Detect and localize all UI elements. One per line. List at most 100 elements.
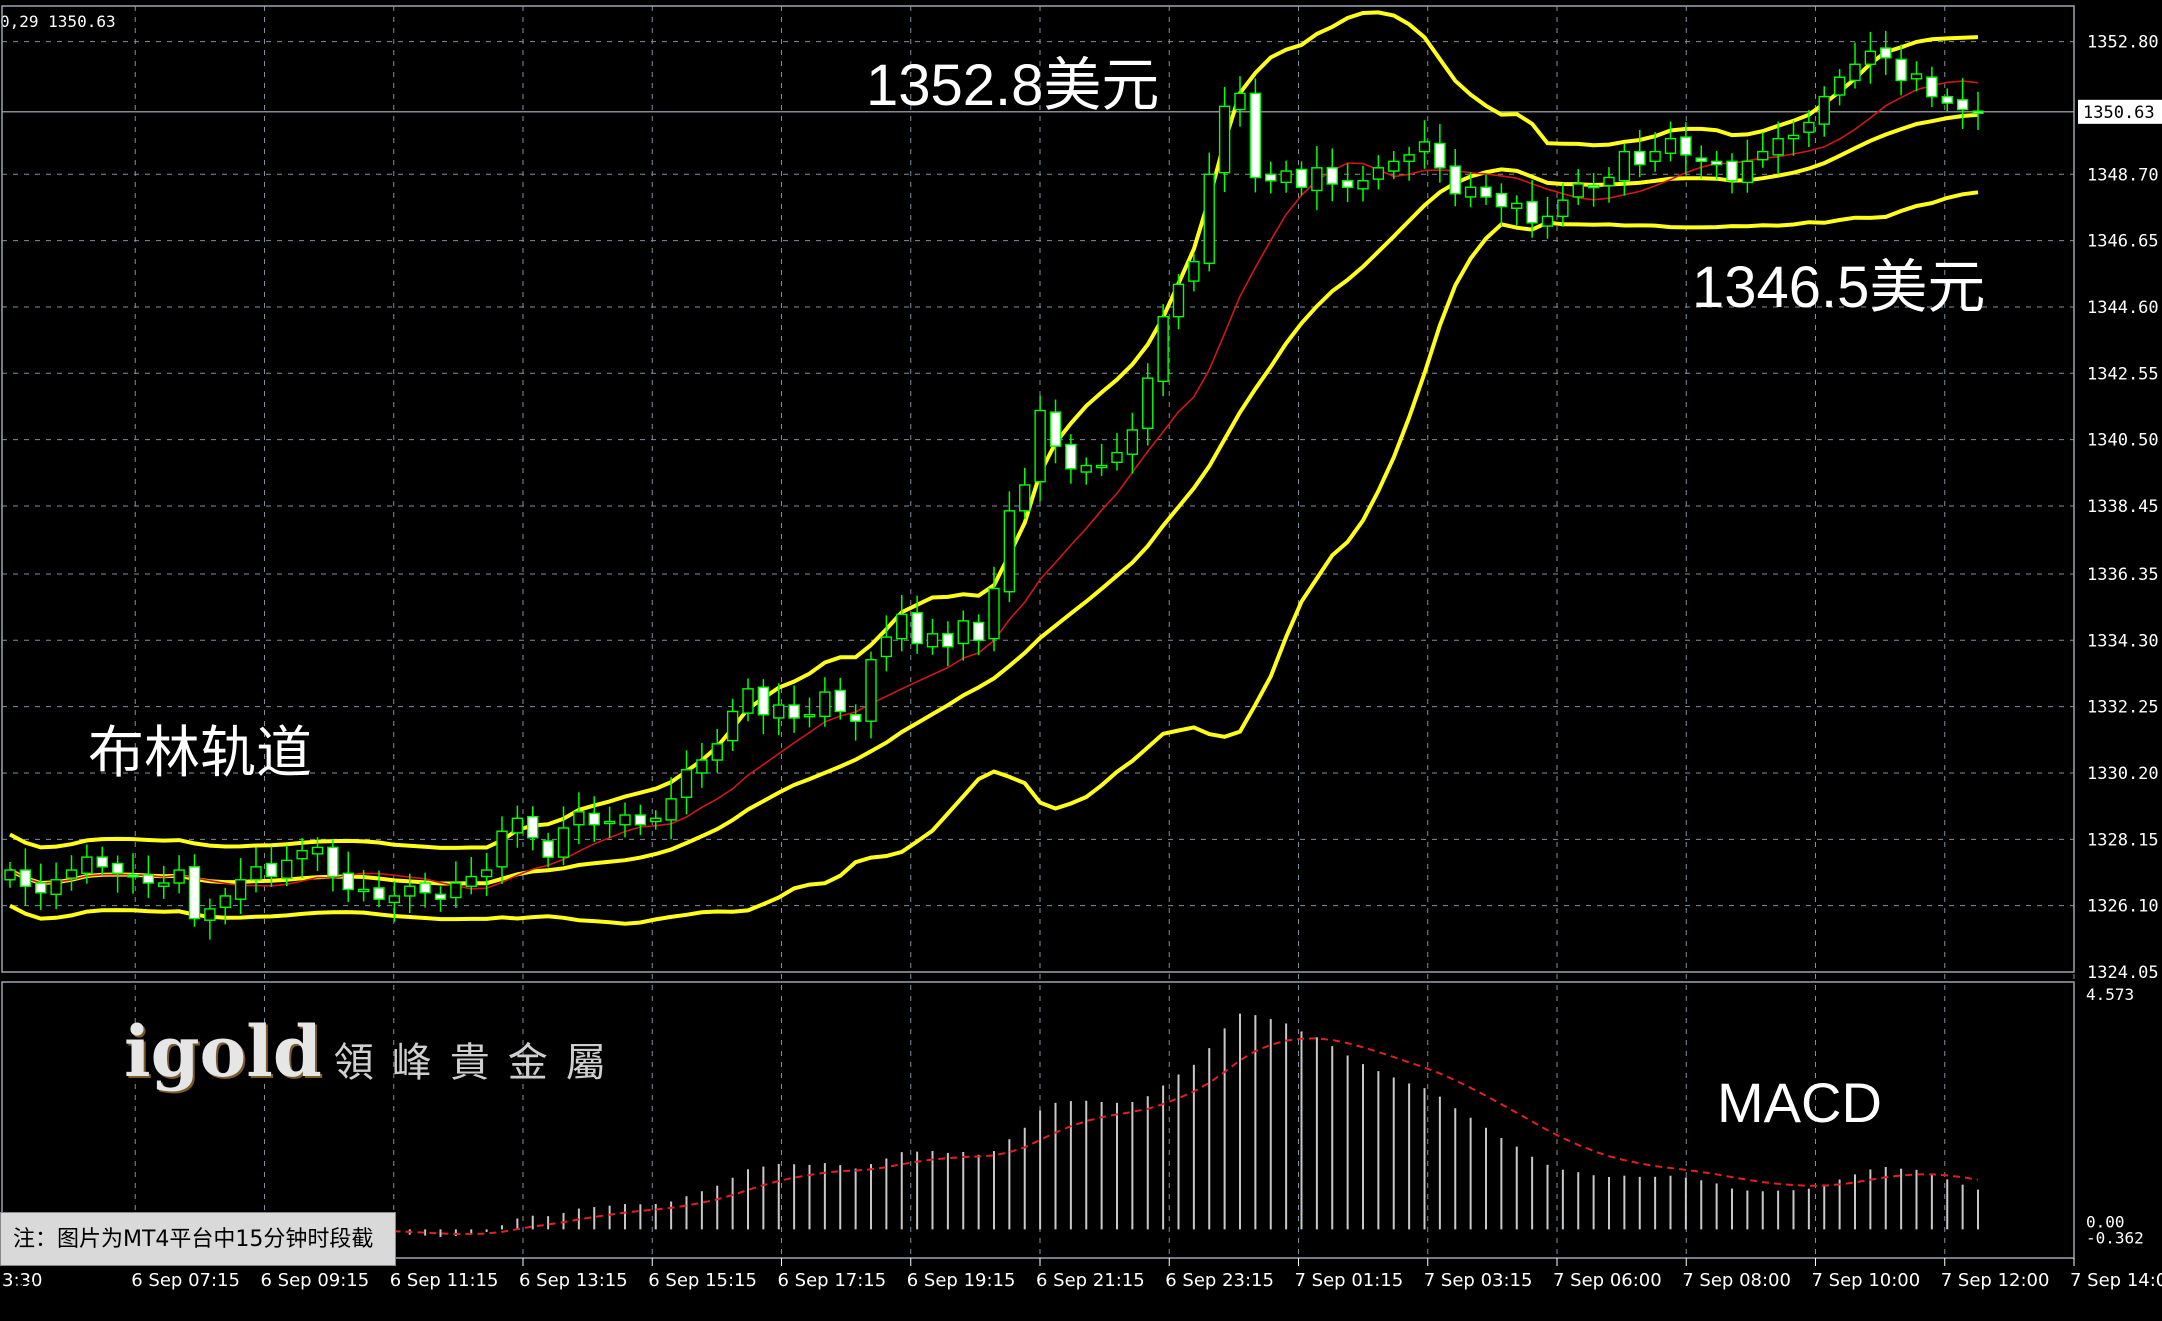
candle-up	[880, 636, 893, 658]
x-tick-label: 6 Sep 09:15	[261, 1270, 370, 1291]
x-tick-label: 7 Sep 06:00	[1553, 1270, 1662, 1291]
y-tick-label: 1348.70	[2087, 165, 2159, 185]
candle-up	[1234, 92, 1246, 111]
candle-up	[1541, 215, 1554, 227]
candle-down	[434, 893, 447, 900]
x-tick-label: 6 Sep 15:15	[648, 1270, 757, 1291]
candle-up	[1741, 160, 1754, 184]
y-tick-label: 1324.05	[2087, 963, 2159, 983]
candle-up	[234, 879, 247, 900]
candle-up	[1603, 176, 1615, 187]
candle-up	[173, 869, 185, 884]
candle-down	[911, 612, 923, 645]
candle-down	[1434, 142, 1446, 169]
candle-down	[142, 874, 155, 884]
candle-up	[680, 769, 693, 798]
candle-up	[511, 817, 524, 834]
candle-down	[1265, 173, 1277, 182]
x-tick-label: 6 Sep 11:15	[390, 1270, 499, 1291]
candle-up	[1172, 283, 1185, 318]
candle-down	[942, 633, 954, 648]
candle-up	[1019, 484, 1031, 512]
macd-tick-label: -0.362	[2086, 1228, 2144, 1247]
candle-up	[204, 908, 216, 921]
candle-up	[1218, 105, 1231, 174]
candle-up	[1910, 73, 1923, 80]
candle-down	[265, 862, 278, 878]
candle-up	[1311, 167, 1323, 192]
candle-down	[1926, 76, 1938, 98]
candle-up	[1203, 173, 1215, 264]
candle-down	[527, 815, 539, 839]
candle-up	[1464, 186, 1477, 198]
candle-up	[81, 856, 93, 874]
candle-down	[19, 869, 32, 887]
x-tick-label: 7 Sep 14:00	[2070, 1270, 2162, 1291]
candle-up	[250, 866, 262, 881]
candle-down	[1895, 58, 1907, 82]
candle-up	[665, 798, 677, 821]
candle-up	[496, 830, 508, 868]
current-price-label: 1350.63	[2083, 103, 2155, 123]
candle-down	[1726, 160, 1738, 182]
candle-down	[35, 882, 47, 894]
candle-down	[1495, 192, 1508, 208]
macd-tick-label: 4.573	[2086, 985, 2134, 1004]
y-tick-label: 1336.35	[2087, 565, 2159, 585]
candle-up	[1034, 409, 1046, 483]
candle-down	[1049, 411, 1062, 447]
candle-up	[50, 879, 62, 896]
candle-up	[1188, 260, 1200, 282]
y-tick-label: 1334.30	[2087, 631, 2159, 651]
candle-up	[311, 846, 324, 855]
candle-down	[1695, 157, 1707, 163]
candle-down	[834, 689, 846, 713]
igold-logo: igold 領峰貴金屬	[124, 1010, 624, 1093]
candle-up	[650, 817, 662, 823]
candle-up	[158, 882, 170, 887]
x-tick-label: 6 Sep 23:15	[1165, 1270, 1274, 1291]
candle-up	[865, 659, 877, 722]
lower-price-annotation: 1346.5美元	[1692, 255, 1986, 320]
candle-down	[1295, 168, 1308, 188]
candle-down	[588, 812, 600, 826]
screenshot-note: 注：图片为MT4平台中15分钟时段截图	[0, 1212, 396, 1306]
candle-up	[1280, 170, 1292, 184]
x-tick-label: 7 Sep 10:00	[1812, 1270, 1921, 1291]
candle-up	[957, 620, 969, 645]
y-tick-label: 1338.45	[2087, 497, 2159, 517]
candle-down	[1680, 136, 1692, 156]
candle-down	[342, 872, 354, 891]
y-tick-label: 1346.65	[2087, 232, 2159, 252]
candle-up	[450, 882, 462, 899]
y-tick-label: 1330.20	[2087, 764, 2159, 784]
candle-up	[726, 710, 739, 742]
x-tick-label: 7 Sep 12:00	[1941, 1270, 2050, 1291]
x-tick-label: 6 Sep 17:15	[778, 1270, 887, 1291]
candle-up	[603, 820, 616, 825]
candle-up	[281, 859, 293, 879]
bollinger-label: 布林轨道	[88, 721, 312, 784]
candle-down	[1326, 167, 1338, 185]
candle-down	[1587, 184, 1600, 189]
candle-down	[188, 866, 201, 920]
candle-down	[1956, 99, 1969, 111]
candle-up	[1572, 183, 1584, 198]
candle-up	[1357, 180, 1369, 190]
candle-down	[419, 882, 431, 894]
candle-up	[1372, 167, 1385, 180]
candle-down	[1249, 92, 1262, 179]
candlesticks	[4, 30, 1984, 940]
candle-up	[1003, 510, 1016, 593]
candle-up	[1418, 141, 1431, 153]
candle-up	[1557, 199, 1569, 218]
candle-down	[1449, 165, 1461, 195]
candle-down	[757, 686, 770, 716]
y-tick-label: 1344.60	[2087, 298, 2159, 318]
y-tick-label: 1342.55	[2087, 364, 2159, 384]
candle-up	[1757, 150, 1769, 161]
y-tick-label: 1332.25	[2087, 698, 2159, 718]
candle-down	[634, 814, 647, 826]
candle-up	[1080, 464, 1092, 473]
candle-up	[1095, 464, 1108, 469]
